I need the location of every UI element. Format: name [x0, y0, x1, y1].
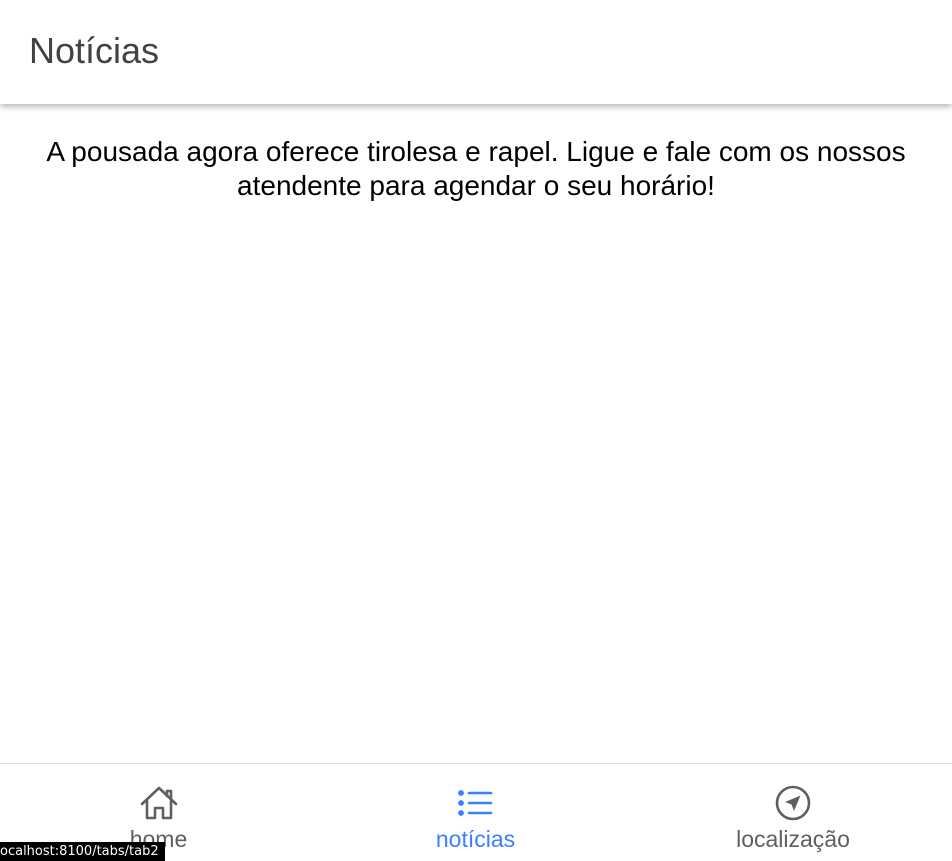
- list-icon: [456, 783, 496, 823]
- home-icon: [139, 783, 179, 823]
- header-toolbar: Notícias: [0, 0, 952, 104]
- navigate-icon: [773, 783, 813, 823]
- tab-noticias-label: notícias: [435, 826, 516, 852]
- main-content[interactable]: A pousada agora oferece tirolesa e rapel…: [0, 104, 952, 763]
- app-window: Notícias A pousada agora oferece tiroles…: [0, 0, 952, 861]
- tab-localizacao[interactable]: localização: [634, 764, 952, 861]
- news-text: A pousada agora oferece tirolesa e rapel…: [46, 136, 906, 201]
- page-title: Notícias: [29, 30, 160, 71]
- tab-noticias[interactable]: notícias: [317, 764, 634, 861]
- status-bar-url: ocalhost:8100/tabs/tab2: [0, 842, 165, 861]
- tab-localizacao-label: localização: [736, 826, 850, 852]
